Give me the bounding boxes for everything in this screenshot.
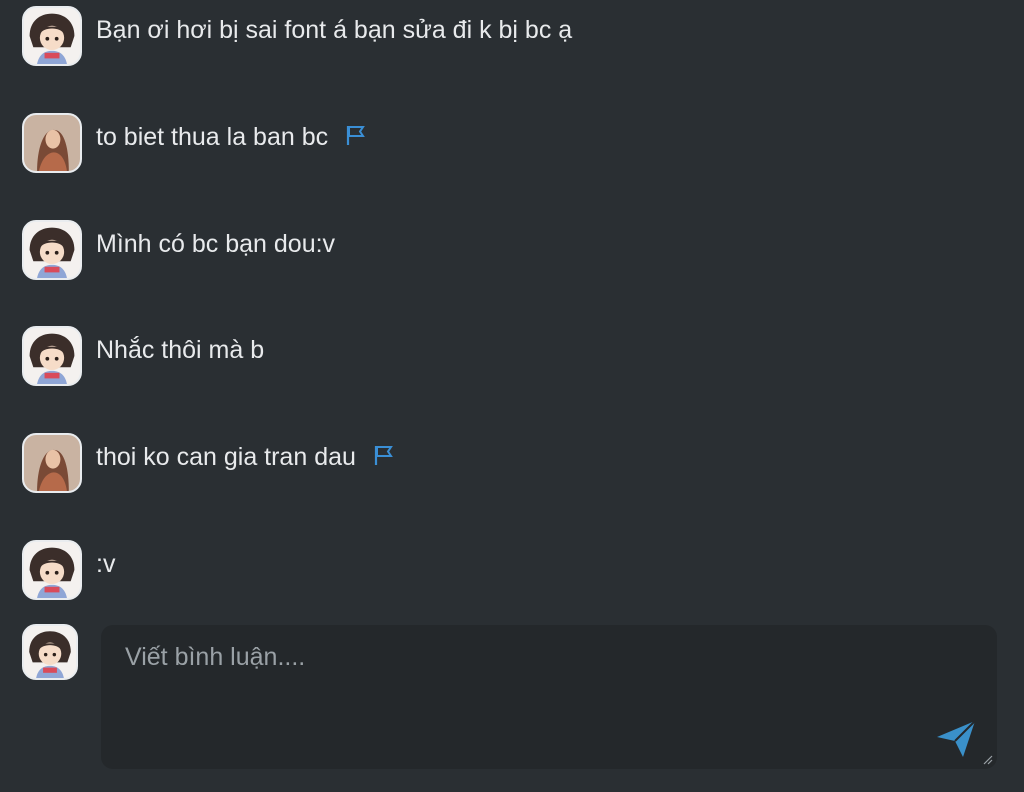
user-avatar[interactable] — [22, 220, 82, 280]
user-avatar[interactable] — [22, 540, 82, 600]
comment-item: Nhắc thôi mà b — [22, 326, 982, 390]
comment-item: Bạn ơi hơi bị sai font á bạn sửa đi k bị… — [22, 6, 982, 70]
resize-handle-icon[interactable] — [981, 753, 993, 765]
comment-text: thoi ko can gia tran dau — [96, 443, 356, 471]
comment-text: :v — [96, 550, 116, 578]
current-user-avatar — [22, 624, 78, 680]
comment-item: :v — [22, 540, 982, 604]
user-avatar[interactable] — [22, 433, 82, 493]
comment-text: Nhắc thôi mà b — [96, 336, 265, 364]
comment-item: to biet thua la ban bc — [22, 113, 982, 177]
comment-text: Bạn ơi hơi bị sai font á bạn sửa đi k bị… — [96, 16, 573, 44]
comment-text: Mình có bc bạn dou:v — [96, 230, 336, 258]
comment-item: Mình có bc bạn dou:v — [22, 220, 982, 284]
user-avatar[interactable] — [22, 113, 82, 173]
comment-item: thoi ko can gia tran dau — [22, 433, 982, 497]
user-avatar[interactable] — [22, 326, 82, 386]
report-flag-icon[interactable] — [344, 122, 366, 145]
send-button[interactable] — [935, 719, 977, 759]
send-icon — [937, 720, 976, 757]
user-avatar[interactable] — [22, 6, 82, 66]
comment-input[interactable] — [101, 625, 997, 769]
report-flag-icon[interactable] — [372, 442, 394, 465]
comment-composer — [101, 625, 997, 769]
comment-text: to biet thua la ban bc — [96, 123, 329, 151]
